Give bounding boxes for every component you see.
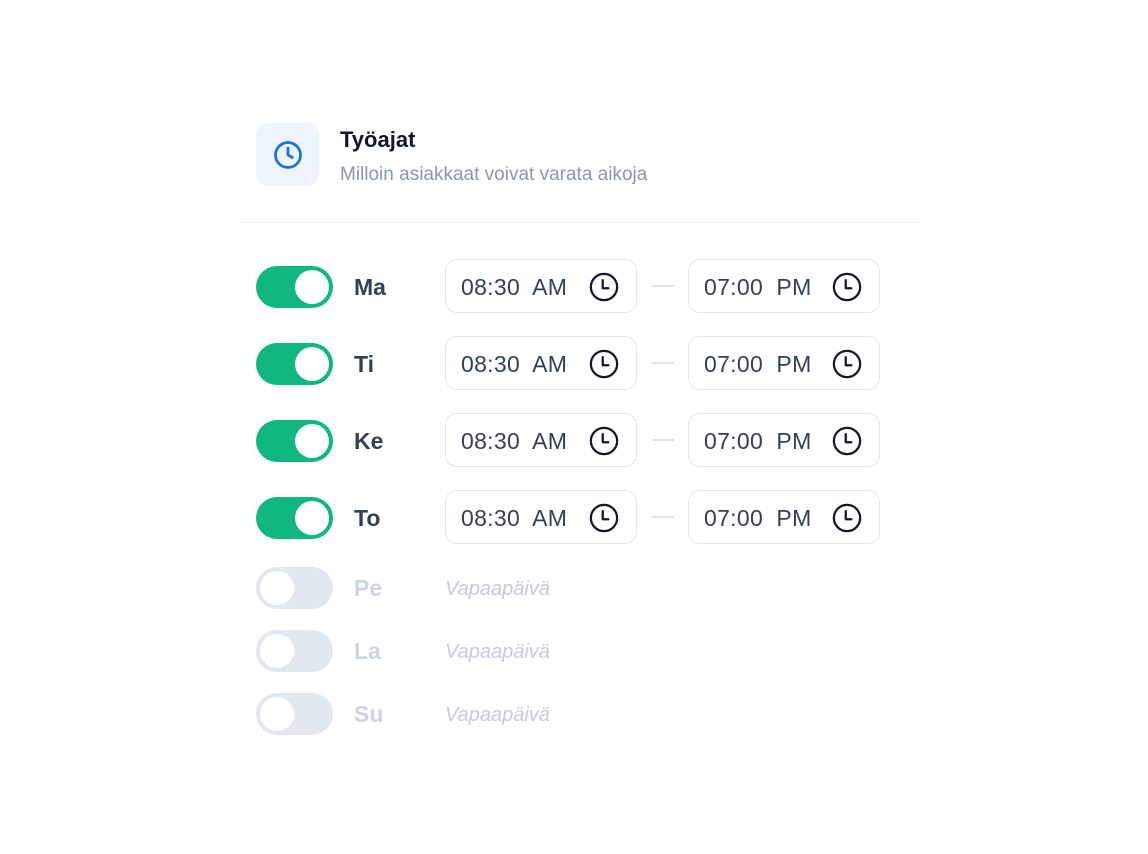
end-time-value: 07:00 PM xyxy=(704,351,812,377)
day-label-ti: Ti xyxy=(354,351,375,377)
page-subtitle: Milloin asiakkaat voivat varata aikoja xyxy=(340,164,648,185)
toggle-knob xyxy=(295,270,329,304)
day-off-label: Vapaapäivä xyxy=(445,578,550,600)
day-row-ti: Ti 08:30 AM 07:00 PM xyxy=(256,336,896,392)
clock-icon xyxy=(589,349,619,379)
day-toggle-su[interactable] xyxy=(256,693,333,735)
end-time-value: 07:00 PM xyxy=(704,274,812,300)
start-time-value: 08:30 AM xyxy=(461,428,568,454)
time-range-separator xyxy=(652,285,674,287)
clock-icon xyxy=(256,123,319,186)
day-toggle-ti[interactable] xyxy=(256,343,333,385)
day-toggle-pe[interactable] xyxy=(256,567,333,609)
clock-icon xyxy=(832,426,862,456)
toggle-knob xyxy=(260,634,294,668)
day-toggle-to[interactable] xyxy=(256,497,333,539)
end-time-value: 07:00 PM xyxy=(704,428,812,454)
toggle-knob xyxy=(260,571,294,605)
time-range-separator xyxy=(652,516,674,518)
clock-icon xyxy=(589,426,619,456)
end-time-input-ke[interactable]: 07:00 PM xyxy=(688,413,880,467)
header-divider xyxy=(240,222,920,223)
clock-icon xyxy=(832,503,862,533)
toggle-knob xyxy=(295,347,329,381)
day-row-to: To 08:30 AM 07:00 PM xyxy=(256,490,896,546)
day-row-ke: Ke 08:30 AM 07:00 PM xyxy=(256,413,896,469)
end-time-input-ti[interactable]: 07:00 PM xyxy=(688,336,880,390)
start-time-input-ti[interactable]: 08:30 AM xyxy=(445,336,637,390)
time-range-separator xyxy=(652,439,674,441)
day-label-to: To xyxy=(354,505,381,531)
end-time-input-to[interactable]: 07:00 PM xyxy=(688,490,880,544)
day-off-label: Vapaapäivä xyxy=(445,704,550,726)
day-row-la: La Vapaapäivä xyxy=(256,630,896,686)
card-header: Työajat Milloin asiakkaat voivat varata … xyxy=(256,123,896,187)
start-time-value: 08:30 AM xyxy=(461,351,568,377)
day-label-ke: Ke xyxy=(354,428,384,454)
toggle-knob xyxy=(260,697,294,731)
clock-icon xyxy=(589,503,619,533)
day-toggle-ma[interactable] xyxy=(256,266,333,308)
end-time-input-ma[interactable]: 07:00 PM xyxy=(688,259,880,313)
day-row-ma: Ma 08:30 AM 07:00 PM xyxy=(256,259,896,315)
start-time-input-to[interactable]: 08:30 AM xyxy=(445,490,637,544)
clock-icon xyxy=(589,272,619,302)
toggle-knob xyxy=(295,424,329,458)
day-toggle-ke[interactable] xyxy=(256,420,333,462)
start-time-input-ma[interactable]: 08:30 AM xyxy=(445,259,637,313)
day-label-la: La xyxy=(354,638,381,664)
clock-icon xyxy=(832,349,862,379)
day-label-pe: Pe xyxy=(354,575,383,601)
day-row-pe: Pe Vapaapäivä xyxy=(256,567,896,623)
page-title: Työajat xyxy=(340,127,416,152)
day-label-ma: Ma xyxy=(354,274,386,300)
day-toggle-la[interactable] xyxy=(256,630,333,672)
start-time-input-ke[interactable]: 08:30 AM xyxy=(445,413,637,467)
time-range-separator xyxy=(652,362,674,364)
day-label-su: Su xyxy=(354,701,384,727)
end-time-value: 07:00 PM xyxy=(704,505,812,531)
toggle-knob xyxy=(295,501,329,535)
clock-icon xyxy=(832,272,862,302)
day-row-su: Su Vapaapäivä xyxy=(256,693,896,749)
start-time-value: 08:30 AM xyxy=(461,505,568,531)
start-time-value: 08:30 AM xyxy=(461,274,568,300)
day-off-label: Vapaapäivä xyxy=(445,641,550,663)
working-hours-card: Työajat Milloin asiakkaat voivat varata … xyxy=(214,98,938,768)
